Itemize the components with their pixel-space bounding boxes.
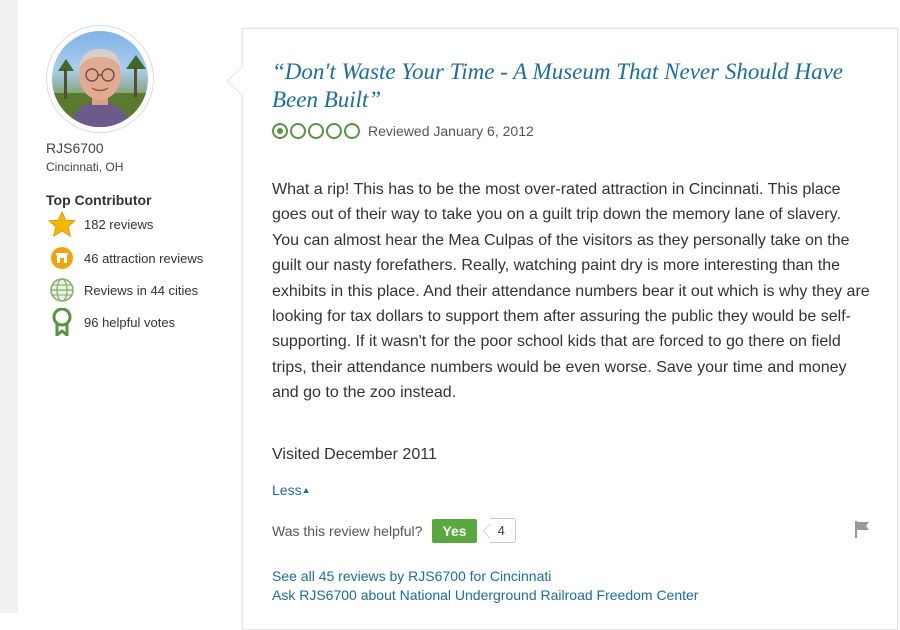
rating-row: Reviewed January 6, 2012 xyxy=(272,123,534,139)
star-icon xyxy=(48,210,76,238)
review-body: What a rip! This has to be the most over… xyxy=(272,181,870,402)
helpful-count: 4 xyxy=(482,518,516,543)
review-title[interactable]: “Don't Waste Your Time - A Museum That N… xyxy=(272,58,882,114)
rating-bubble-icon xyxy=(290,123,306,139)
yes-button[interactable]: Yes xyxy=(432,518,477,543)
rating-bubble-icon xyxy=(326,123,342,139)
less-link[interactable]: Less▲ xyxy=(272,482,311,498)
count-notch xyxy=(482,522,490,539)
stat-cities: Reviews in 44 cities xyxy=(48,277,198,303)
rating-bubble-icon xyxy=(308,123,324,139)
stat-reviews: 182 reviews xyxy=(48,210,154,238)
ribbon-icon xyxy=(48,308,76,336)
ask-reviewer-link[interactable]: Ask RJS6700 about National Underground R… xyxy=(272,587,698,603)
attraction-icon xyxy=(48,245,76,271)
helpful-count-value: 4 xyxy=(489,518,516,543)
rating-bubbles xyxy=(272,123,362,139)
stat-helpful-votes: 96 helpful votes xyxy=(48,308,176,336)
left-gutter xyxy=(0,0,18,613)
stat-attraction-reviews: 46 attraction reviews xyxy=(48,245,203,271)
visited-date: Visited December 2011 xyxy=(272,446,437,463)
stat-cities-label: Reviews in 44 cities xyxy=(84,282,199,298)
avatar-photo xyxy=(52,31,148,127)
card-pointer xyxy=(226,65,245,101)
reviewed-date: Reviewed January 6, 2012 xyxy=(368,123,534,139)
rating-bubble-icon xyxy=(272,123,288,139)
flag-icon[interactable] xyxy=(852,519,872,544)
rating-bubble-icon xyxy=(344,123,360,139)
helpful-question: Was this review helpful? xyxy=(272,522,423,539)
stat-attraction-reviews-label: 46 attraction reviews xyxy=(84,250,204,266)
stat-helpful-votes-label: 96 helpful votes xyxy=(84,314,176,330)
badge-title: Top Contributor xyxy=(46,192,152,208)
caret-up-icon: ▲ xyxy=(301,485,311,495)
avatar[interactable] xyxy=(47,26,153,132)
globe-icon xyxy=(48,277,76,303)
reviewer-location: Cincinnati, OH xyxy=(46,160,124,174)
stat-reviews-label: 182 reviews xyxy=(84,216,154,232)
reviewer-username[interactable]: RJS6700 xyxy=(46,140,104,156)
less-label: Less xyxy=(272,482,302,498)
helpful-row: Was this review helpful? Yes 4 xyxy=(272,518,516,543)
see-all-reviews-link[interactable]: See all 45 reviews by RJS6700 for Cincin… xyxy=(272,568,551,584)
